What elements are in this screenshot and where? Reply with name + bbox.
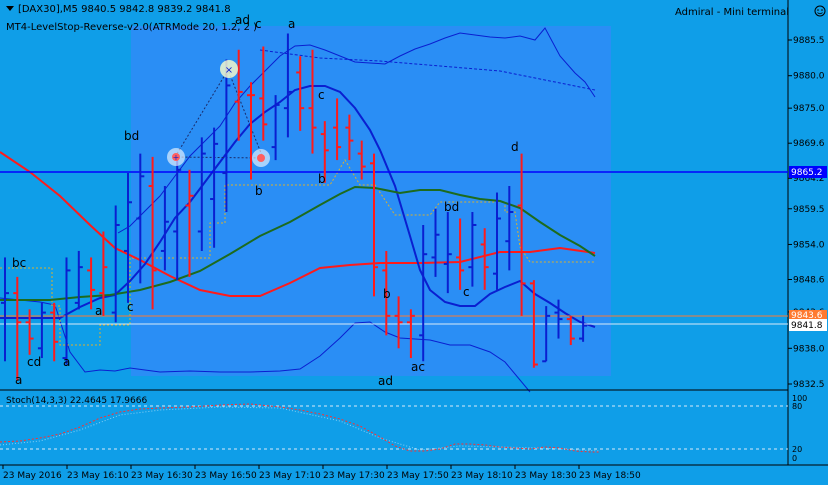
chart-canvas[interactable]: 9885.59880.09875.09869.69864.29859.59854…	[0, 0, 828, 485]
signal-marker-2[interactable]: ×	[220, 60, 238, 78]
stoch-tick-20: 20	[792, 445, 802, 454]
mini-terminal-label[interactable]: Admiral - Mini terminal	[675, 7, 789, 18]
x-tick-label: 23 May 16:50	[195, 471, 257, 481]
wave-label: ac	[411, 360, 425, 374]
wave-label: b	[255, 184, 263, 198]
symbol-header: [DAX30],M5 9840.5 9842.8 9839.2 9841.8	[18, 4, 231, 15]
wave-label: ad	[378, 374, 393, 388]
wave-label: a	[15, 373, 22, 387]
wave-label: b	[318, 172, 326, 186]
stoch-signal-line	[0, 406, 601, 452]
signal-marker-1[interactable]: +	[167, 148, 185, 166]
wave-label: d	[511, 140, 519, 154]
y-tick-label: 9838.0	[793, 344, 825, 354]
y-tick-label: 9869.6	[793, 139, 825, 149]
y-tick-label: 9854.0	[793, 240, 825, 250]
x-tick-label: 23 May 17:30	[323, 471, 385, 481]
signal-marker-3[interactable]	[252, 149, 270, 167]
y-tick-label: 9848.6	[793, 276, 825, 286]
time-axis: 23 May 2016 23 May 16:10 23 May 16:30 23 Ma…	[2, 465, 641, 481]
y-tick-label: 9875.0	[793, 104, 825, 114]
wave-label: c	[463, 285, 470, 299]
y-tick-label: 9880.0	[793, 72, 825, 82]
x-tick-label: 23 May 17:50	[387, 471, 449, 481]
wave-label: ad	[235, 13, 250, 27]
wave-label: c	[127, 300, 134, 314]
x-tick-label: 23 May 16:10	[67, 471, 129, 481]
x-tick-label: 23 May 18:10	[451, 471, 513, 481]
x-tick-label: 23 May 17:10	[259, 471, 321, 481]
stoch-panel: Stoch(14,3,3) 22.4645 17.9666 100 80 20 …	[0, 394, 807, 463]
stoch-tick-80: 80	[792, 402, 802, 411]
x-tick-label: 23 May 18:30	[515, 471, 577, 481]
wave-label: bd	[444, 200, 459, 214]
bid-price-tag: 9841.8	[789, 319, 827, 331]
stoch-label: Stoch(14,3,3) 22.4645 17.9666	[6, 396, 147, 406]
marker-2-text: ×	[225, 65, 233, 76]
x-tick-label: 23 May 2016	[3, 471, 62, 481]
y-tick-label: 9859.5	[793, 205, 825, 215]
wave-label: c	[255, 17, 262, 31]
stoch-tick-0: 0	[792, 454, 797, 463]
wave-label: a	[288, 17, 295, 31]
marker-1-text: +	[173, 153, 180, 162]
svg-text:9841.8: 9841.8	[791, 321, 823, 331]
wave-label: bd	[124, 129, 139, 143]
wave-label: cd	[27, 355, 41, 369]
svg-text:9865.2: 9865.2	[791, 168, 823, 178]
wave-label: c	[318, 88, 325, 102]
y-tick-label: 9885.5	[793, 36, 825, 46]
wave-label: b	[383, 287, 391, 301]
wave-label: bc	[12, 256, 26, 270]
y-tick-label: 9832.5	[793, 380, 825, 390]
stoch-main-line	[0, 403, 600, 453]
level-price-tag: 9865.2	[789, 166, 827, 178]
wave-label: a	[95, 304, 102, 318]
indicator-label: MT4-LevelStop-Reverse-v2.0(ATRMode 20, 1…	[6, 22, 257, 33]
x-tick-label: 23 May 18:50	[579, 471, 641, 481]
x-tick-label: 23 May 16:30	[131, 471, 193, 481]
wave-label: a	[63, 355, 70, 369]
